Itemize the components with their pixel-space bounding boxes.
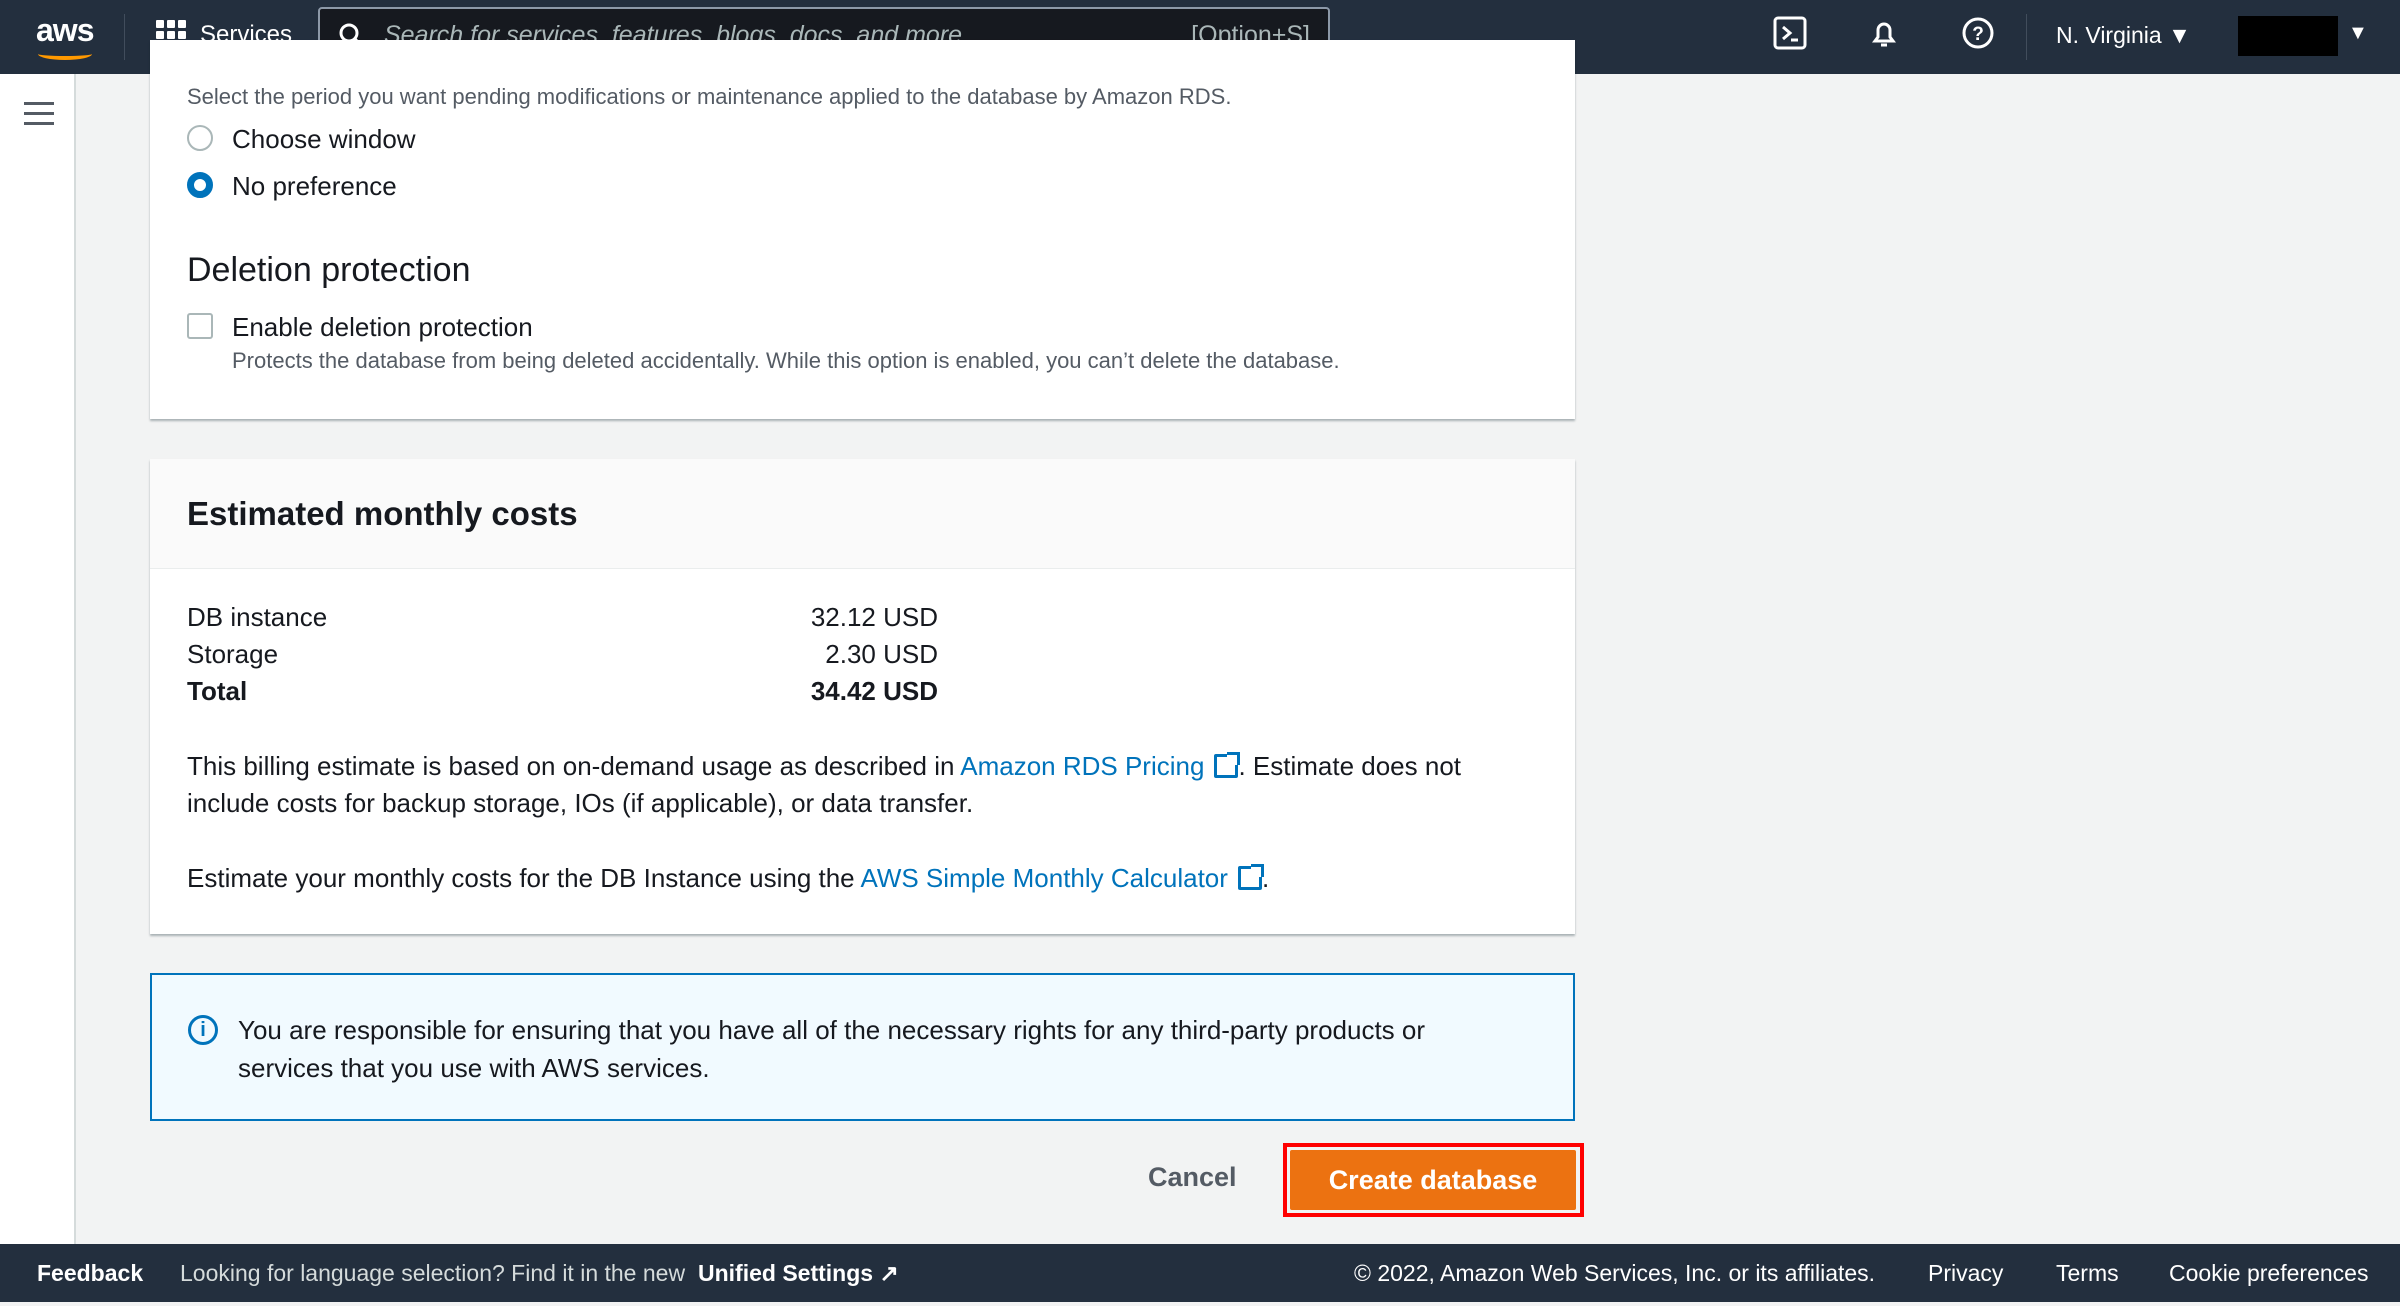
- external-link-icon: [1237, 864, 1264, 890]
- cloudshell-icon[interactable]: [1770, 16, 1810, 56]
- panel-title: Estimated monthly costs: [187, 495, 578, 532]
- section-heading: Deletion protection: [187, 251, 471, 289]
- help-icon[interactable]: ?: [1958, 16, 1998, 56]
- estimated-costs-panel: Estimated monthly costs DB instance 32.1…: [150, 459, 1575, 934]
- create-database-button[interactable]: Create database: [1290, 1150, 1576, 1210]
- caret-down-icon[interactable]: ▼: [2348, 22, 2368, 45]
- feedback-link[interactable]: Feedback: [37, 1260, 143, 1287]
- bell-icon[interactable]: [1864, 16, 1904, 56]
- cancel-button[interactable]: Cancel: [1148, 1162, 1237, 1193]
- svg-text:?: ?: [1972, 24, 1984, 45]
- divider: [124, 14, 125, 60]
- aws-logo[interactable]: aws: [36, 12, 94, 60]
- radio-no-preference[interactable]: [187, 172, 213, 198]
- cookie-preferences-link[interactable]: Cookie preferences: [2169, 1260, 2368, 1287]
- region-selector[interactable]: N. Virginia ▼: [2056, 22, 2191, 49]
- menu-icon[interactable]: [24, 102, 54, 132]
- terms-link[interactable]: Terms: [2056, 1260, 2119, 1287]
- info-icon: i: [188, 1015, 218, 1045]
- additional-configuration-panel: Select the period you want pending modif…: [150, 40, 1575, 419]
- rds-pricing-link[interactable]: Amazon RDS Pricing: [960, 751, 1241, 781]
- info-alert: i You are responsible for ensuring that …: [150, 973, 1575, 1121]
- radio-choose-window[interactable]: [187, 125, 213, 151]
- external-link-icon: ↗: [879, 1260, 899, 1286]
- privacy-link[interactable]: Privacy: [1928, 1260, 2003, 1287]
- side-navigation: [0, 74, 76, 1244]
- external-link-icon: [1214, 752, 1241, 778]
- footer: Feedback Looking for language selection?…: [0, 1244, 2400, 1302]
- account-menu-redacted[interactable]: [2238, 16, 2338, 56]
- deletion-protection-checkbox[interactable]: [187, 313, 213, 339]
- unified-settings-link[interactable]: Unified Settings ↗: [698, 1260, 899, 1287]
- monthly-calculator-link[interactable]: AWS Simple Monthly Calculator: [860, 863, 1264, 893]
